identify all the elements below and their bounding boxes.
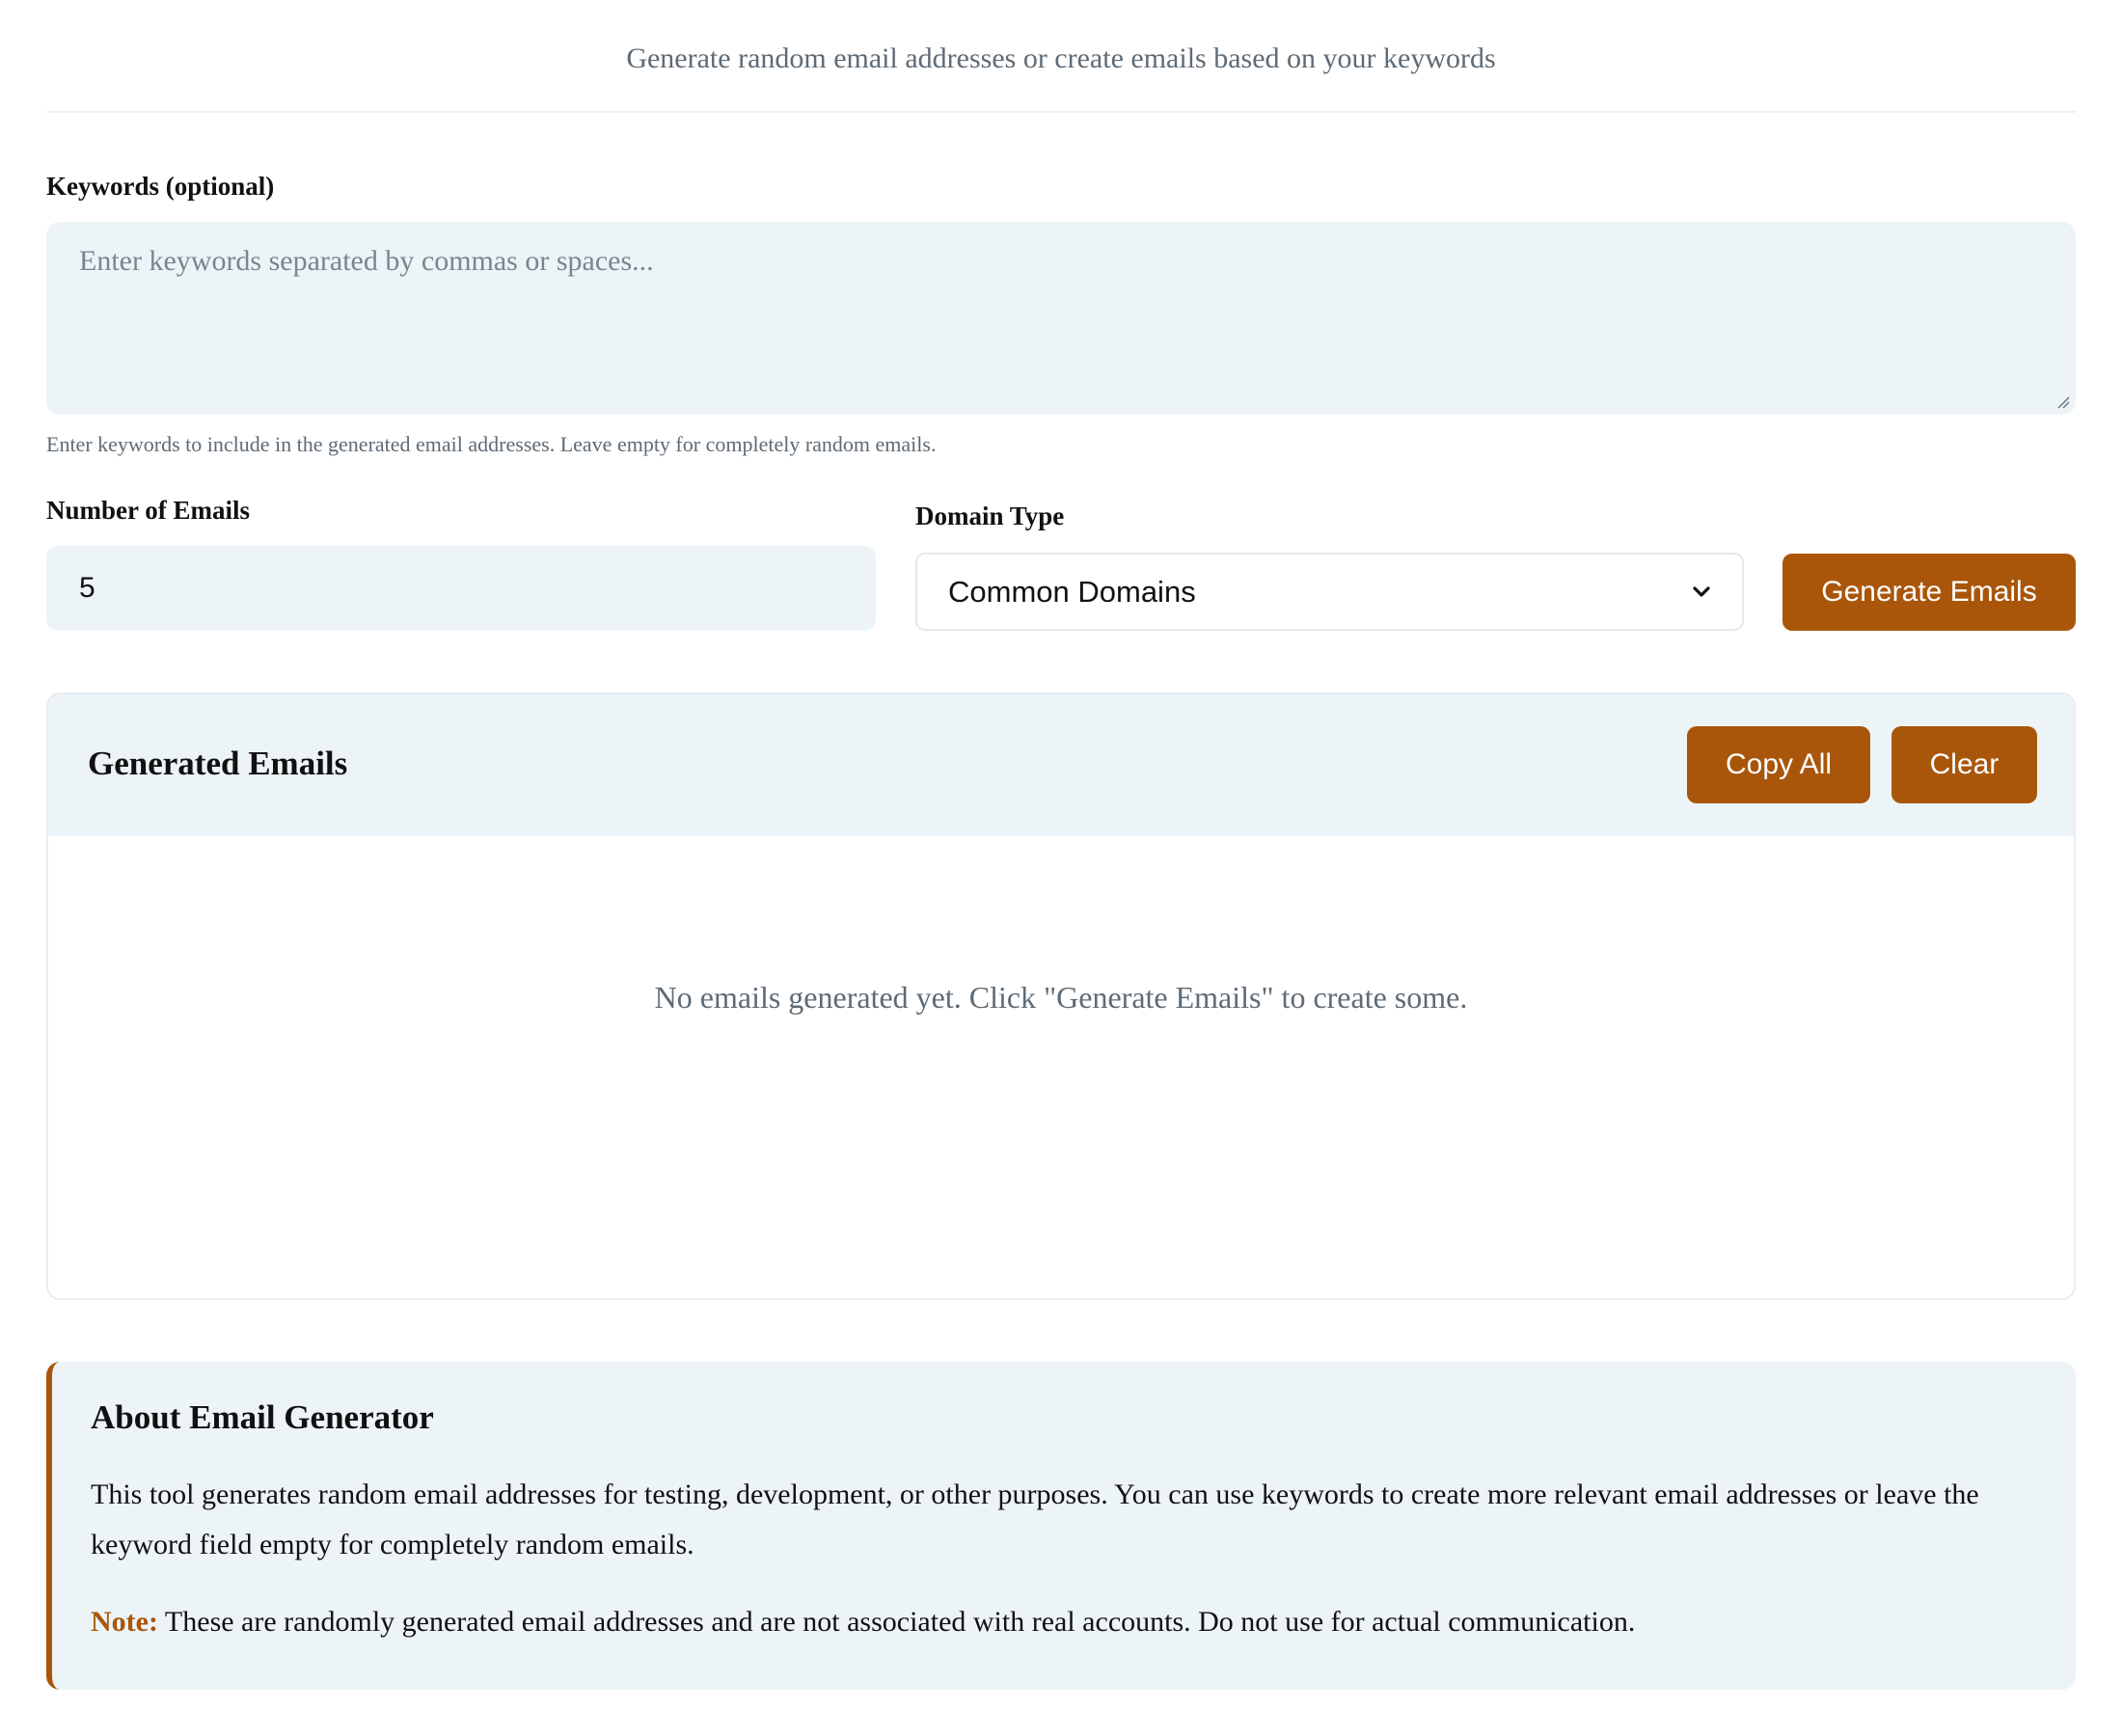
empty-state-message: No emails generated yet. Click "Generate… (654, 980, 1468, 1015)
about-description: This tool generates random email address… (91, 1478, 1979, 1560)
about-title: About Email Generator (91, 1398, 434, 1436)
keywords-textarea[interactable]: Enter keywords separated by commas or sp… (46, 222, 2076, 415)
chevron-down-icon (1693, 585, 1710, 597)
keywords-help-text: Enter keywords to include in the generat… (46, 432, 937, 456)
generated-emails-panel: Generated Emails Copy All Clear No email… (46, 692, 2076, 1300)
number-of-emails-input[interactable]: 5 (46, 546, 876, 631)
keywords-placeholder: Enter keywords separated by commas or sp… (79, 245, 654, 277)
about-note: Note: These are randomly generated email… (91, 1597, 2037, 1647)
generate-emails-button[interactable]: Generate Emails (1782, 554, 2076, 631)
copy-all-button[interactable]: Copy All (1687, 726, 1870, 803)
note-label: Note: (91, 1606, 158, 1638)
domain-type-select[interactable]: Common Domains (915, 553, 1744, 631)
email-generator-page: Generate random email addresses or creat… (46, 0, 2076, 1690)
generated-emails-title: Generated Emails (88, 745, 348, 782)
keywords-label: Keywords (optional) (46, 172, 275, 201)
clear-button[interactable]: Clear (1891, 726, 2037, 803)
page-subtitle: Generate random email addresses or creat… (46, 0, 2076, 113)
note-text: These are randomly generated email addre… (157, 1606, 1636, 1638)
domain-type-selected: Common Domains (948, 574, 1196, 609)
generated-emails-header: Generated Emails Copy All Clear (48, 694, 2074, 836)
about-section: About Email Generator This tool generate… (46, 1362, 2076, 1690)
resize-handle-icon[interactable] (2056, 395, 2070, 409)
number-of-emails-label: Number of Emails (46, 496, 251, 525)
domain-type-label: Domain Type (915, 502, 1065, 530)
